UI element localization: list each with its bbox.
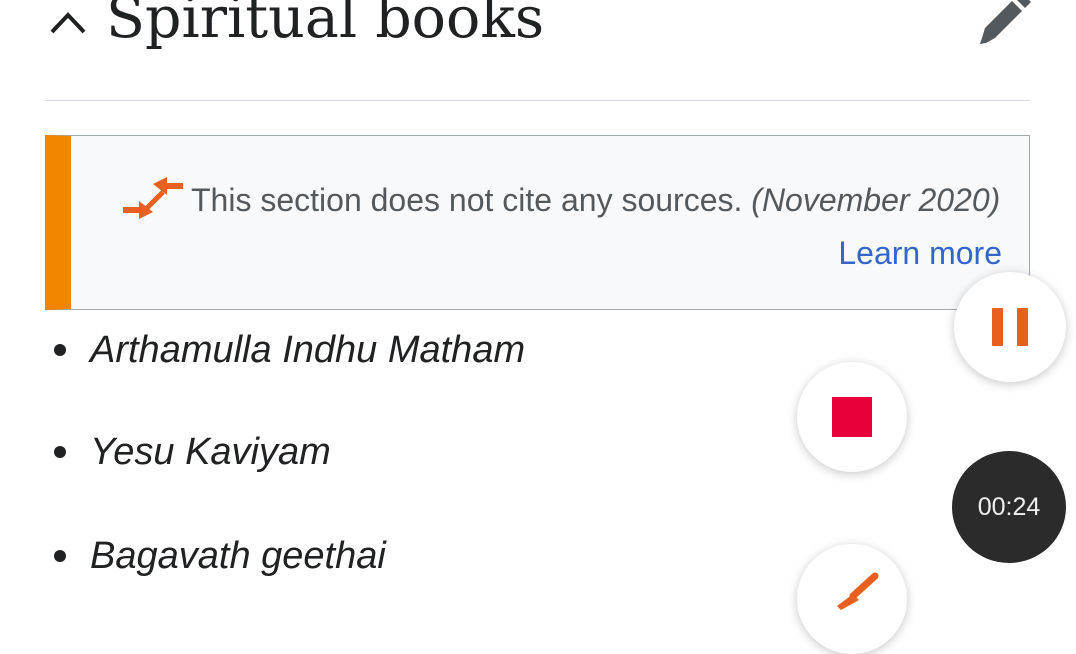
notice-text: This section does not cite any sources. <box>191 182 743 218</box>
stop-icon <box>832 397 872 437</box>
stop-button[interactable] <box>797 362 907 472</box>
bullet <box>54 446 66 458</box>
book-title: Yesu Kaviyam <box>90 431 331 473</box>
book-title: Bagavath geethai <box>90 535 386 577</box>
pause-button[interactable] <box>954 272 1066 382</box>
recording-timer[interactable]: 00:24 <box>952 451 1066 563</box>
book-title: Arthamulla Indhu Matham <box>90 329 526 371</box>
chevron-up-icon[interactable] <box>46 6 90 36</box>
notice-date: (November 2020) <box>751 182 1001 218</box>
notice-message: This section does not cite any sources. … <box>191 170 1031 230</box>
pencil-icon[interactable] <box>972 0 1032 48</box>
section-title: Spiritual books <box>106 0 545 51</box>
learn-more-link[interactable]: Learn more <box>838 228 1002 278</box>
section-heading: Spiritual books <box>0 0 1076 100</box>
section-divider <box>45 100 1030 101</box>
brush-button[interactable] <box>797 544 907 654</box>
citation-notice: This section does not cite any sources. … <box>45 135 1030 310</box>
bullet <box>54 550 66 562</box>
bullet <box>54 344 66 356</box>
brush-icon <box>837 572 879 610</box>
arrows-exchange-icon <box>123 177 183 219</box>
